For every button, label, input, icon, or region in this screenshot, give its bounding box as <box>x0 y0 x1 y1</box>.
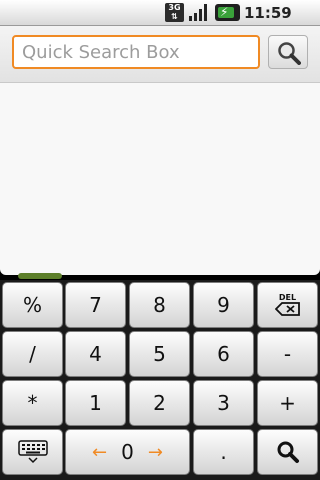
battery-charging-icon: ⚡ <box>215 4 240 21</box>
backspace-icon <box>274 302 300 316</box>
status-time: 11:59 PM <box>244 4 292 48</box>
search-icon <box>277 441 299 463</box>
key-search[interactable] <box>257 429 318 475</box>
signal-strength-icon <box>189 4 207 21</box>
key-delete[interactable]: DEL <box>257 282 318 328</box>
key-6[interactable]: 6 <box>193 331 254 377</box>
key-plus[interactable]: + <box>257 380 318 426</box>
search-button[interactable] <box>268 35 308 69</box>
key-9[interactable]: 9 <box>193 282 254 328</box>
key-minus[interactable]: - <box>257 331 318 377</box>
key-4[interactable]: 4 <box>65 331 126 377</box>
key-7[interactable]: 7 <box>65 282 126 328</box>
search-panel <box>0 26 320 83</box>
key-5[interactable]: 5 <box>129 331 190 377</box>
delete-label: DEL <box>278 293 297 302</box>
key-percent[interactable]: % <box>2 282 63 328</box>
key-1[interactable]: 1 <box>65 380 126 426</box>
results-area <box>0 83 320 275</box>
panel-handle[interactable] <box>18 273 62 279</box>
key-zero-cursor[interactable]: ← 0 → <box>65 429 190 475</box>
dialer-keypad: % 7 8 9 DEL / 4 5 6 - * 1 2 3 + ← 0 → . <box>0 280 320 480</box>
key-keyboard[interactable] <box>2 429 63 475</box>
key-0-label: 0 <box>121 440 134 464</box>
key-multiply[interactable]: * <box>2 380 63 426</box>
key-3[interactable]: 3 <box>193 380 254 426</box>
network-type-label: 3G <box>168 3 181 12</box>
key-dot[interactable]: . <box>193 429 254 475</box>
magnifier-icon <box>278 42 301 65</box>
quick-search-input[interactable] <box>12 35 260 69</box>
cursor-right-icon[interactable]: → <box>148 442 163 463</box>
status-bar: 3G ⇅ ⚡ 11:59 PM <box>0 0 320 48</box>
key-divide[interactable]: / <box>2 331 63 377</box>
keyboard-icon <box>17 440 48 464</box>
key-8[interactable]: 8 <box>129 282 190 328</box>
key-2[interactable]: 2 <box>129 380 190 426</box>
network-3g-icon: 3G ⇅ <box>165 3 184 22</box>
cursor-left-icon[interactable]: ← <box>92 442 107 463</box>
